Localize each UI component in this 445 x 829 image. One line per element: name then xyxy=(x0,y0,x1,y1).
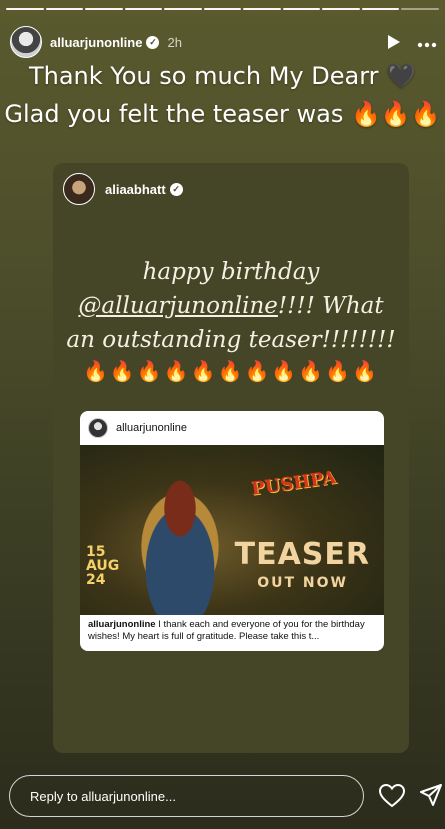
embedded-post-caption: alluarjunonline I thank each and everyon… xyxy=(80,615,384,647)
like-button[interactable] xyxy=(378,783,406,808)
story-text-line-1: Thank You so much My Dearr 🖤 xyxy=(28,62,417,90)
shared-message-line-2: @alluarjunonline!!!! What xyxy=(53,289,409,323)
embedded-post-header: alluarjunonline xyxy=(80,411,384,445)
share-button[interactable] xyxy=(420,784,442,806)
progress-segment xyxy=(45,8,84,10)
progress-segment xyxy=(203,8,242,10)
shared-message-line-2-suffix: !!!! What xyxy=(277,293,384,319)
progress-segment xyxy=(243,8,281,10)
progress-segment xyxy=(361,8,400,10)
more-options-button[interactable] xyxy=(417,37,437,48)
poster-logo: PUSHPA xyxy=(249,467,338,500)
story-progress-bar xyxy=(6,8,440,10)
verified-badge-icon: ✓ xyxy=(169,182,183,196)
shared-author-avatar[interactable] xyxy=(63,173,95,205)
shared-message-line-3: an outstanding teaser!!!!!!!! xyxy=(66,327,396,353)
author-avatar[interactable] xyxy=(10,26,42,58)
verified-badge-icon: ✓ xyxy=(146,35,160,49)
poster-headline: TEASER xyxy=(234,537,370,572)
fire-emoji-row: 🔥🔥🔥🔥🔥🔥🔥🔥🔥🔥🔥 xyxy=(83,361,379,383)
progress-segment xyxy=(124,8,163,10)
mention-link[interactable]: @alluarjunonline xyxy=(78,293,278,319)
teaser-poster-image: 15 AUG 24 PUSHPA TEASER OUT NOW xyxy=(80,445,384,615)
poster-date-month: AUG xyxy=(86,558,120,574)
progress-segment xyxy=(322,8,360,10)
progress-segment xyxy=(282,8,321,10)
progress-segment xyxy=(164,8,202,10)
embedded-post[interactable]: alluarjunonline 15 AUG 24 PUSHPA TEASER … xyxy=(80,411,384,651)
more-options-icon xyxy=(417,42,437,47)
embedded-author-username: alluarjunonline xyxy=(116,422,187,434)
reply-placeholder: Reply to alluarjunonline... xyxy=(30,788,176,804)
poster-date-day: 15 xyxy=(86,544,106,560)
progress-segment-current xyxy=(401,8,440,10)
send-icon xyxy=(420,784,442,806)
poster-figure xyxy=(120,463,240,615)
shared-author-username[interactable]: aliaabhatt xyxy=(105,182,166,197)
story-text-line-2: Glad you felt the teaser was 🔥🔥🔥 xyxy=(4,100,441,128)
shared-story-header: aliaabhatt ✓ xyxy=(63,173,183,205)
poster-subheadline: OUT NOW xyxy=(257,575,348,591)
play-icon xyxy=(388,35,400,49)
story-header: alluarjunonline ✓ 2h xyxy=(10,26,437,58)
author-username[interactable]: alluarjunonline xyxy=(50,35,142,50)
play-button[interactable] xyxy=(383,31,405,53)
heart-icon xyxy=(378,783,406,808)
post-time: 2h xyxy=(167,34,182,50)
progress-segment xyxy=(85,8,123,10)
poster-date: 15 AUG 24 xyxy=(86,545,119,587)
poster-date-year: 24 xyxy=(86,572,106,588)
embedded-author-avatar xyxy=(88,418,108,438)
caption-username: alluarjunonline xyxy=(88,619,156,630)
reply-input[interactable]: Reply to alluarjunonline... xyxy=(9,775,364,817)
shared-story-card[interactable]: aliaabhatt ✓ happy birthday @alluarjunon… xyxy=(53,163,409,753)
progress-segment xyxy=(6,8,44,10)
shared-message-line-1: happy birthday xyxy=(142,259,320,285)
